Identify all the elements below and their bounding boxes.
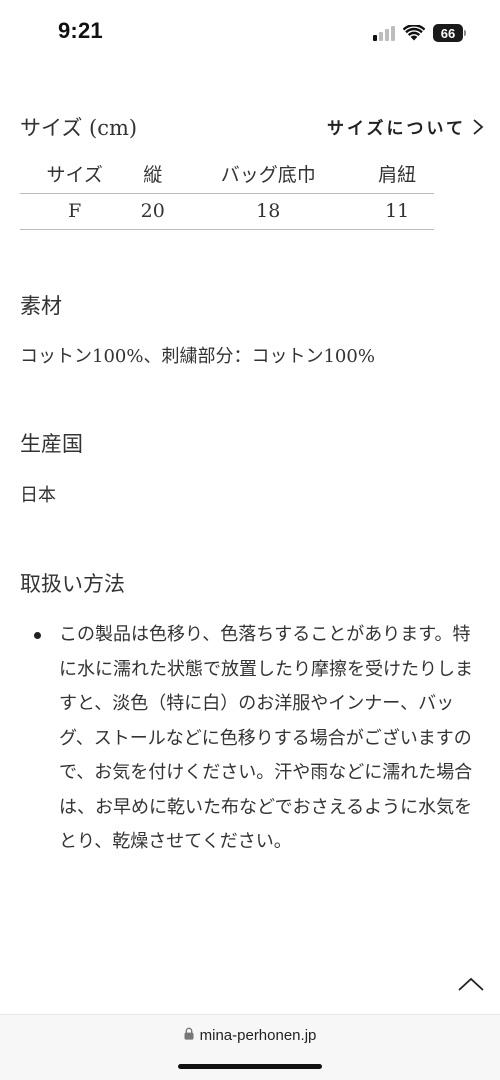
status-bar: 9:21 66 [0,0,500,66]
chevron-right-icon [472,118,484,136]
browser-bottom-bar: mina-perhonen.jp [0,1014,500,1080]
size-table-header: サイズ [20,160,130,194]
table-row: F 20 18 11 [20,193,434,230]
size-section-header: サイズ (cm) サイズについて [20,112,484,142]
size-table-cell: F [20,193,130,230]
battery-level: 66 [433,24,463,42]
status-time: 9:21 [58,18,103,43]
lock-icon [184,1027,194,1044]
care-item-text: この製品は色移り、色落ちすることがあります。特に水に濡れた状態で放置したり摩擦を… [59,624,473,852]
scroll-to-top-button[interactable] [456,972,486,996]
size-table-header-row: サイズ 縦 バッグ底巾 肩紐 [20,160,434,194]
origin-title: 生産国 [20,432,83,456]
material-title: 素材 [20,294,62,318]
list-item: この製品は色移り、色落ちすることがあります。特に水に濡れた状態で放置したり摩擦を… [20,618,480,860]
size-table-cell: 20 [129,193,177,230]
status-indicators: 66 [373,20,466,46]
home-indicator[interactable] [178,1064,322,1069]
material-text: コットン100%、刺繍部分：コットン100% [20,346,375,367]
cellular-signal-icon [373,25,395,41]
size-table-header: バッグ底巾 [176,160,361,194]
care-title: 取扱い方法 [20,572,125,596]
battery-icon: 66 [433,24,466,42]
size-table-cell: 18 [176,193,361,230]
chevron-up-icon [458,977,484,991]
size-table: サイズ 縦 バッグ底巾 肩紐 F 20 18 11 [20,160,434,230]
bullet-icon [34,632,41,639]
size-table-cell: 11 [360,193,434,230]
size-guide-link[interactable]: サイズについて [327,114,484,139]
address-bar-url: mina-perhonen.jp [199,1027,317,1044]
wifi-icon [403,25,425,41]
size-guide-link-label: サイズについて [327,119,466,138]
size-table-header: 肩紐 [360,160,434,194]
origin-text: 日本 [20,485,56,506]
size-section-title: サイズ (cm) [20,116,138,140]
care-list: この製品は色移り、色落ちすることがあります。特に水に濡れた状態で放置したり摩擦を… [20,618,480,860]
address-bar[interactable]: mina-perhonen.jp [0,1027,500,1044]
size-table-header: 縦 [129,160,177,194]
